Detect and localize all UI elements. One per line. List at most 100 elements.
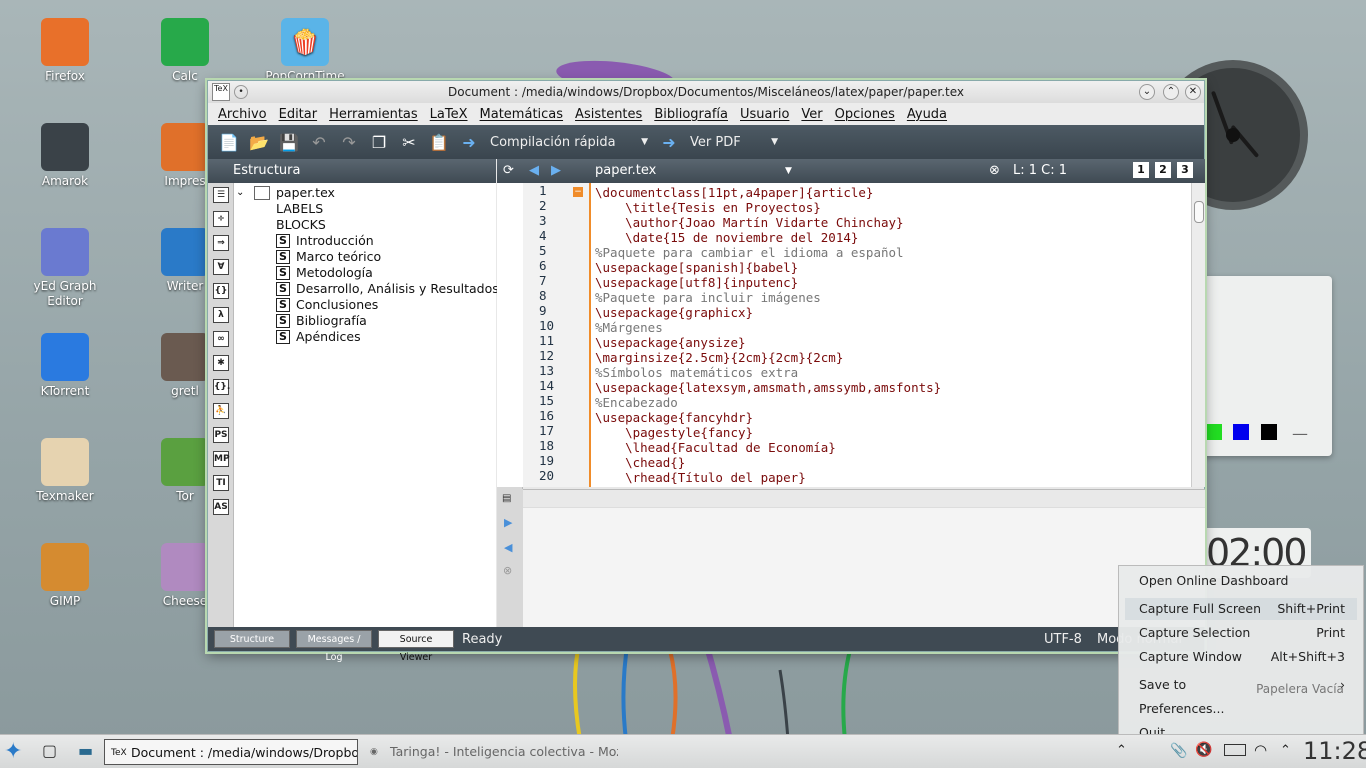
desktop-pager-icon[interactable]: ▢ — [42, 741, 57, 760]
minimize-button[interactable]: ⌄ — [1139, 84, 1155, 100]
battery-icon[interactable] — [1224, 744, 1246, 756]
tree-section[interactable]: S Conclusiones — [236, 297, 499, 313]
symbol-panel-icon[interactable]: {}. — [213, 379, 230, 395]
desktop-icon-gimp[interactable]: GIMP — [20, 543, 110, 609]
code-line[interactable]: %Paquete para incluir imágenes — [595, 290, 1185, 305]
redo-icon[interactable]: ↷ — [337, 130, 361, 154]
code-line[interactable]: %Símbolos matemáticos extra — [595, 365, 1185, 380]
symbol-panel-icon[interactable]: λ — [213, 307, 229, 323]
clipboard-icon[interactable]: 📎 — [1170, 743, 1187, 759]
code-line[interactable]: \usepackage{graphicx} — [595, 305, 1185, 320]
code-line[interactable]: \title{Tesis en Proyectos} — [595, 200, 1185, 215]
menu-ver[interactable]: Ver — [795, 107, 828, 122]
symbol-panel-icon[interactable]: AS — [213, 499, 229, 515]
symbol-panel-icon[interactable]: TI — [213, 475, 229, 491]
tree-section[interactable]: S Introducción — [236, 233, 499, 249]
next-document-icon[interactable]: ▶ — [551, 159, 561, 183]
tree-section[interactable]: S Bibliografía — [236, 313, 499, 329]
desktop-icon-calc[interactable]: Calc — [140, 18, 230, 84]
symbol-panel-icon[interactable]: ⛹ — [213, 403, 229, 419]
next-error-icon[interactable]: ▶ — [504, 516, 516, 529]
chevron-down-icon[interactable]: ▼ — [785, 159, 792, 183]
tree-blocks[interactable]: BLOCKS — [236, 217, 499, 233]
code-line[interactable]: \documentclass[11pt,a4paper]{article} — [595, 185, 1185, 200]
menu-bibliografia[interactable]: Bibliografía — [648, 107, 734, 122]
tab-structure[interactable]: Structure — [214, 630, 290, 648]
color-swatch-green[interactable] — [1206, 424, 1222, 440]
code-line[interactable]: \usepackage[spanish]{babel} — [595, 260, 1185, 275]
menu-item-capture-full-screen[interactable]: Capture Full Screen Shift+Print — [1125, 598, 1357, 620]
menu-item-open-online-dashboard[interactable]: Open Online Dashboard — [1139, 570, 1345, 592]
desktop-icon-yed[interactable]: yEd Graph Editor — [20, 228, 110, 309]
menu-ayuda[interactable]: Ayuda — [901, 107, 953, 122]
tray-arrow-icon[interactable]: ⌃ — [1116, 743, 1127, 758]
refresh-icon[interactable]: ⟳ — [503, 159, 514, 183]
symbol-panel-icon[interactable]: MP — [213, 451, 230, 467]
desktop-icon-amarok[interactable]: Amarok — [20, 123, 110, 189]
undo-icon[interactable]: ↶ — [307, 130, 331, 154]
tree-labels[interactable]: LABELS — [236, 201, 499, 217]
menu-archivo[interactable]: Archivo — [212, 107, 273, 122]
close-document-icon[interactable]: ⊗ — [989, 159, 1000, 183]
symbol-panel-icon[interactable]: {} — [213, 283, 229, 299]
taskbar-task[interactable]: ◉ Taringa! - Inteligencia colectiva - Moz… — [364, 739, 618, 765]
code-line[interactable]: \chead{} — [595, 455, 1185, 470]
symbol-panel-icon[interactable]: ✱ — [213, 355, 229, 371]
code-line[interactable]: \author{Joao Martín Vidarte Chinchay} — [595, 215, 1185, 230]
run-arrow-icon[interactable]: ➜ — [457, 130, 481, 154]
menu-item-preferences[interactable]: Preferences... — [1139, 698, 1345, 720]
compile-select[interactable]: Compilación rápida ▼ — [484, 130, 654, 154]
expand-tray-icon[interactable]: ⌃ — [1280, 743, 1291, 758]
taskbar-task[interactable]: TeX Document : /media/windows/Dropbox — [104, 739, 358, 765]
code-line[interactable]: \usepackage{fancyhdr} — [595, 410, 1185, 425]
code-line[interactable]: %Encabezado — [595, 395, 1185, 410]
save-icon[interactable]: 💾 — [277, 130, 301, 154]
close-button[interactable]: ✕ — [1185, 84, 1201, 100]
code-editor[interactable]: 1 2 3 4 5 6 7 8 9 10 11 12 13 14 15 16 17 18 19 20 − \docum… — [497, 183, 1205, 487]
stop-icon[interactable]: ⊗ — [503, 564, 517, 577]
symbol-panel-icon[interactable]: PS — [213, 427, 229, 443]
view-select[interactable]: Ver PDF ▼ — [684, 130, 784, 154]
paste-icon[interactable]: 📋 — [427, 130, 451, 154]
tree-section[interactable]: S Desarrollo, Análisis y Resultados — [236, 281, 499, 297]
window-titlebar[interactable]: TeX • Document : /media/windows/Dropbox/… — [208, 81, 1204, 103]
symbol-panel-icon[interactable]: ☰ — [213, 187, 229, 203]
file-manager-icon[interactable]: ▬ — [78, 741, 93, 760]
chevron-down-icon[interactable]: ⌄ — [236, 185, 254, 201]
menu-asistentes[interactable]: Asistentes — [569, 107, 648, 122]
desktop-icon-popcorntime[interactable]: 🍿 PopCornTime — [260, 18, 350, 84]
menu-latex[interactable]: LaTeX — [424, 107, 474, 122]
scrollbar-thumb[interactable] — [1194, 201, 1204, 223]
menu-usuario[interactable]: Usuario — [734, 107, 795, 122]
symbol-panel-icon[interactable]: ∀ — [213, 259, 229, 275]
maximize-button[interactable]: ⌃ — [1163, 84, 1179, 100]
fold-marker-icon[interactable]: − — [573, 187, 583, 197]
code-text[interactable]: \documentclass[11pt,a4paper]{article} \t… — [595, 185, 1185, 485]
code-line[interactable]: \usepackage{latexsym,amsmath,amssymb,ams… — [595, 380, 1185, 395]
prev-error-icon[interactable]: ◀ — [504, 541, 516, 554]
desktop-icon-firefox[interactable]: Firefox — [20, 18, 110, 84]
minus-icon[interactable]: — — [1292, 424, 1308, 443]
menu-item-capture-window[interactable]: Capture Window Alt+Shift+3 — [1139, 646, 1345, 668]
desktop-icon-ktorrent[interactable]: KTorrent — [20, 333, 110, 399]
encoding-label[interactable]: UTF-8 — [1044, 632, 1082, 647]
editor-scrollbar[interactable] — [1191, 183, 1205, 487]
new-file-icon[interactable]: 📄 — [217, 130, 241, 154]
menu-item-save-to[interactable]: Save to › — [1139, 674, 1345, 696]
volume-muted-icon[interactable]: 🔇 — [1195, 742, 1212, 758]
menu-matematicas[interactable]: Matemáticas — [474, 107, 570, 122]
kde-launcher-icon[interactable]: ✦ — [4, 739, 22, 764]
pin-icon[interactable]: • — [234, 85, 248, 99]
view-layout-button-1[interactable]: 1 — [1133, 162, 1149, 178]
menu-opciones[interactable]: Opciones — [829, 107, 901, 122]
tree-section[interactable]: S Marco teórico — [236, 249, 499, 265]
code-line[interactable]: \date{15 de noviembre del 2014} — [595, 230, 1185, 245]
symbol-panel-icon[interactable]: ÷ — [213, 211, 229, 227]
tab-source-viewer[interactable]: Source Viewer — [378, 630, 454, 663]
tree-root[interactable]: ⌄ paper.tex — [236, 185, 499, 201]
tree-section[interactable]: S Apéndices — [236, 329, 499, 345]
menu-herramientas[interactable]: Herramientas — [323, 107, 424, 122]
color-swatch-blue[interactable] — [1233, 424, 1249, 440]
wifi-icon[interactable]: ◠ — [1254, 741, 1267, 759]
color-swatch-black[interactable] — [1261, 424, 1277, 440]
